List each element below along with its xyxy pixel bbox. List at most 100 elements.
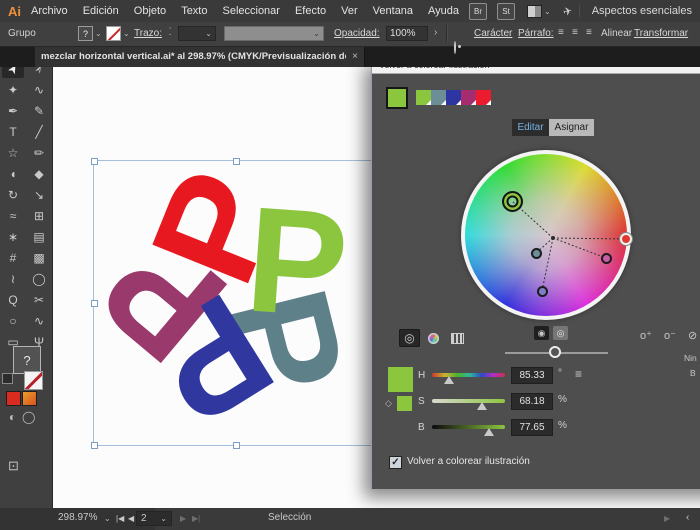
eraser-tool[interactable]: ◆	[28, 164, 50, 183]
next-artboard-button[interactable]: ▶	[180, 514, 186, 523]
add-color-tool[interactable]: o⁺	[640, 329, 652, 342]
menu-ver[interactable]: Ver	[341, 5, 358, 17]
stroke-weight-dropdown[interactable]: ⌄	[178, 26, 216, 41]
mesh-tool[interactable]: #	[2, 248, 24, 267]
wheel-marker-green-selected[interactable]	[502, 191, 523, 212]
selection-handle[interactable]	[91, 158, 98, 165]
show-saturation-toggle[interactable]: ◉	[534, 326, 549, 340]
selection-handle[interactable]	[91, 300, 98, 307]
menu-seleccionar[interactable]: Seleccionar	[222, 5, 279, 17]
document-tab[interactable]: mezclar horizontal vertical.ai* al 298.9…	[35, 46, 365, 67]
artboard-number-dropdown[interactable]: 2⌄	[136, 511, 172, 526]
color-swatch-gradient[interactable]	[22, 391, 37, 406]
rotate-tool[interactable]: ↻	[2, 185, 24, 204]
align-center-icon[interactable]: ≡	[572, 28, 583, 38]
character-panel-link[interactable]: Carácter	[474, 28, 512, 39]
tab-asignar[interactable]: Asignar	[549, 119, 594, 136]
lasso-tool[interactable]: ∿	[28, 80, 50, 99]
brightness-slider-thumb2[interactable]	[484, 428, 494, 436]
first-artboard-button[interactable]: |◀	[116, 514, 124, 523]
saturation-slider-track[interactable]	[432, 399, 505, 403]
show-brightness-toggle[interactable]: ◎	[553, 326, 568, 340]
group-color-swatch[interactable]	[431, 90, 446, 105]
stroke-indicator-none[interactable]	[24, 371, 43, 390]
scale-tool[interactable]: ↘	[28, 185, 50, 204]
chevron-down-icon[interactable]: ⌄	[123, 29, 130, 38]
color-swatch-red[interactable]	[6, 391, 21, 406]
tab-editar[interactable]: Editar	[512, 119, 549, 136]
brightness-value-box[interactable]: 77.65	[511, 419, 553, 436]
stroke-color-swatch[interactable]	[106, 26, 121, 41]
hue-slider-track[interactable]	[432, 373, 505, 377]
hue-value-box[interactable]: 85.33	[511, 367, 553, 384]
brush-definition-dropdown[interactable]: ⌄	[224, 26, 324, 41]
remove-color-tool[interactable]: o⁻	[664, 329, 676, 342]
draw-behind-mode-icon[interactable]: ◯	[22, 411, 35, 424]
change-screen-mode-icon[interactable]: ⊡	[8, 458, 19, 474]
status-panel-arrow[interactable]: ▶	[664, 514, 670, 523]
opacity-value-box[interactable]: 100%	[386, 26, 428, 41]
stroke-weight-stepper[interactable]: ⌃⌄	[168, 28, 172, 36]
workspace-switcher[interactable]: Aspectos esenciales	[579, 5, 700, 17]
menu-ayuda[interactable]: Ayuda	[428, 5, 459, 17]
smooth-wheel-view-button[interactable]: ◎	[399, 329, 420, 347]
wheel-marker-blue[interactable]	[537, 286, 548, 297]
saturation-slider-thumb[interactable]	[477, 402, 487, 410]
draw-normal-mode-icon[interactable]: ◐	[6, 411, 19, 424]
gradient-tool[interactable]: ▩	[28, 248, 50, 267]
chevron-down-icon[interactable]: ⌄	[95, 29, 102, 38]
color-bars-view-button[interactable]	[447, 329, 468, 347]
magic-wand-tool[interactable]: ✦	[2, 80, 24, 99]
recolor-checkbox[interactable]: ✓	[389, 456, 402, 469]
menu-texto[interactable]: Texto	[181, 5, 207, 17]
wheel-marker-teal[interactable]	[531, 248, 542, 259]
menu-ventana[interactable]: Ventana	[373, 5, 413, 17]
swap-fill-stroke-icon[interactable]	[2, 373, 13, 384]
fill-indicator-unknown[interactable]: ?	[13, 346, 41, 374]
opacity-more-arrow[interactable]: ›	[434, 27, 437, 38]
recolor-artwork-icon[interactable]	[454, 41, 456, 54]
brightness-slider-knob[interactable]	[549, 346, 561, 358]
previous-artboard-button[interactable]: ◀	[128, 514, 134, 523]
zoom-dropdown-icon[interactable]: ⌄	[104, 514, 111, 523]
transform-panel-link[interactable]: Transformar	[634, 28, 688, 39]
group-color-swatch[interactable]	[446, 90, 461, 105]
type-tool[interactable]: T	[2, 122, 24, 141]
width-tool[interactable]: ≈	[2, 206, 24, 225]
current-color-swatch[interactable]	[388, 367, 413, 392]
menu-efecto[interactable]: Efecto	[295, 5, 326, 17]
status-collapse-arrow[interactable]: ‹	[686, 512, 689, 523]
group-color-swatch[interactable]	[476, 90, 491, 105]
close-tab-icon[interactable]: ×	[352, 51, 358, 62]
selection-handle[interactable]	[233, 442, 240, 449]
fill-color-swatch[interactable]: ?	[78, 26, 93, 41]
segmented-wheel-view-button[interactable]	[423, 329, 444, 347]
saturation-value-box[interactable]: 68.18	[511, 393, 553, 410]
brightness-slider-track2[interactable]	[432, 425, 505, 429]
align-left-icon[interactable]: ≡	[558, 28, 569, 38]
wheel-marker-red[interactable]	[620, 233, 632, 245]
selection-handle[interactable]	[91, 442, 98, 449]
stock-button[interactable]: St	[497, 3, 515, 20]
slider-menu-icon[interactable]: ≡	[575, 367, 582, 381]
stroke-weight-link[interactable]: Trazo:	[134, 28, 162, 39]
curve-tool[interactable]: ∿	[28, 311, 50, 330]
unlink-harmony-icon[interactable]: ⊘	[688, 329, 697, 342]
graph-tool[interactable]: ▤	[28, 227, 50, 246]
curvature-tool[interactable]: ✎	[28, 101, 50, 120]
zoom-tool[interactable]: Q	[2, 290, 24, 309]
hue-slider-thumb[interactable]	[444, 376, 454, 384]
paintbrush-tool[interactable]: ✏	[28, 143, 50, 162]
align-right-icon[interactable]: ≡	[586, 28, 597, 38]
menu-archivo[interactable]: Archivo	[31, 5, 68, 17]
blend-tool[interactable]: ◯	[28, 269, 50, 288]
arrange-documents-button[interactable]: ⌄	[527, 5, 551, 18]
opacity-link[interactable]: Opacidad:	[334, 28, 380, 39]
wheel-marker-magenta[interactable]	[601, 253, 612, 264]
pen-tool[interactable]: ✒	[2, 101, 24, 120]
symbol-sprayer-tool[interactable]: ∗	[2, 227, 24, 246]
paragraph-panel-link[interactable]: Párrafo:	[518, 28, 554, 39]
slice-tool[interactable]: ✂	[28, 290, 50, 309]
zoom-level-value[interactable]: 298.97%	[58, 512, 97, 523]
share-icon[interactable]: ✈	[561, 4, 573, 19]
